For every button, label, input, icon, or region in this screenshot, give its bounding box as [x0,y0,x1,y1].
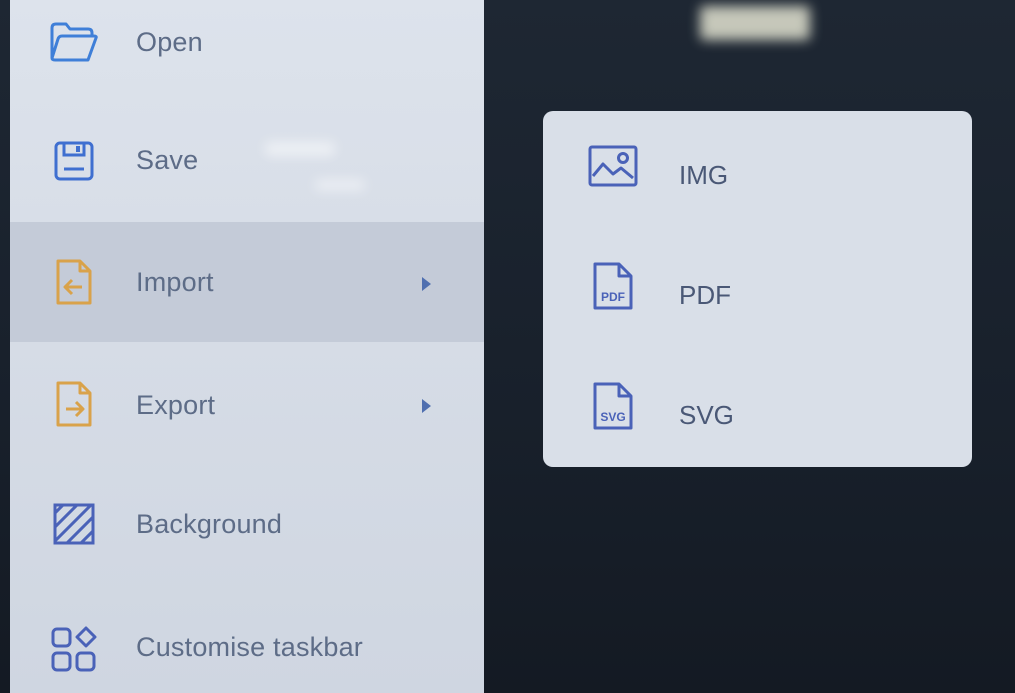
submenu-item-img[interactable]: IMG [543,116,972,216]
submenu-arrow-icon [422,399,431,413]
ceiling-light-reflection [700,6,810,40]
menu-label-open: Open [136,27,203,57]
svg-icon-text: SVG [600,410,625,424]
menu-label-customise-taskbar: Customise taskbar [136,632,363,662]
import-submenu: IMG PDF PDF SVG SVG [543,111,972,467]
light-reflection [265,142,335,156]
floppy-disk-icon [48,135,100,187]
file-import-icon [48,256,100,308]
file-export-icon [48,378,100,430]
menu-label-save: Save [136,145,199,175]
svg-file-icon: SVG [585,378,641,434]
menu-item-customise-taskbar[interactable]: Customise taskbar [10,590,484,693]
folder-open-icon [48,16,100,68]
menu-label-export: Export [136,390,216,420]
submenu-item-svg[interactable]: SVG SVG [543,356,972,456]
grid-shapes-icon [48,624,100,676]
menu-label-background: Background [136,509,283,539]
menu-item-export[interactable]: Export [10,344,484,464]
submenu-label-pdf: PDF [679,280,731,310]
menu-item-import[interactable]: Import [10,222,484,342]
submenu-item-pdf[interactable]: PDF PDF [543,236,972,336]
screen: Open Save Import Export Background Custo… [0,0,1015,693]
menu-label-import: Import [136,267,214,297]
hatched-square-icon [48,498,100,550]
pdf-icon-text: PDF [601,290,625,304]
submenu-label-svg: SVG [679,400,734,430]
light-reflection [315,180,365,190]
menu-item-background[interactable]: Background [10,464,484,584]
menu-item-save[interactable]: Save [10,101,484,221]
pdf-file-icon: PDF [585,258,641,314]
submenu-label-img: IMG [679,160,729,190]
image-icon [585,138,641,194]
submenu-arrow-icon [422,277,431,291]
main-menu: Open Save Import Export Background Custo… [10,0,484,693]
menu-item-open[interactable]: Open [10,0,484,102]
